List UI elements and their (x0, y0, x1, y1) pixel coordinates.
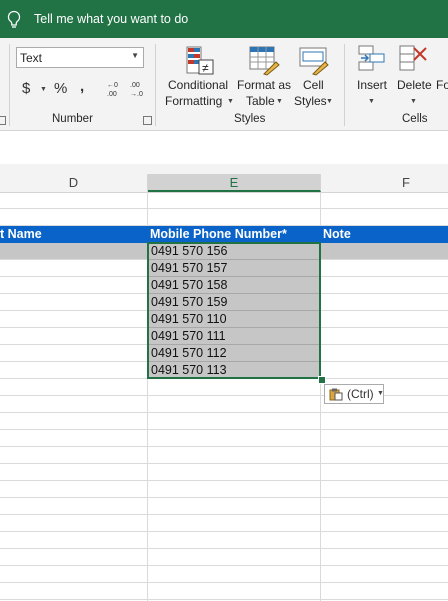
chevron-down-icon[interactable]: ▼ (410, 98, 417, 105)
svg-text:→.0: →.0 (130, 91, 143, 98)
row-gridline (0, 429, 448, 430)
group-separator (155, 44, 156, 126)
group-separator (344, 44, 345, 126)
svg-text:.00: .00 (107, 91, 117, 98)
format-as-table-icon[interactable] (248, 44, 280, 76)
row-gridline (0, 565, 448, 566)
number-group-label: Number (52, 113, 93, 125)
svg-text:≠: ≠ (202, 61, 209, 75)
header-last-name[interactable]: t Name (0, 226, 42, 243)
table-header-row: t Name Mobile Phone Number* Note (0, 226, 448, 243)
delete-button-label[interactable]: Delete (397, 78, 432, 92)
insert-button-label[interactable]: Insert (357, 78, 387, 92)
svg-text:.00: .00 (130, 82, 140, 89)
row-gridline (0, 531, 448, 532)
svg-text:←0: ←0 (107, 82, 118, 89)
row-gridline (0, 599, 448, 600)
alignment-dialog-launcher-icon[interactable] (0, 116, 6, 125)
format-as-table-line2[interactable]: Table (246, 94, 275, 108)
conditional-formatting-line1[interactable]: Conditional (168, 78, 228, 92)
insert-cells-icon[interactable] (356, 44, 386, 74)
row-gridline (0, 446, 448, 447)
fill-handle[interactable] (318, 376, 326, 384)
lightbulb-icon (7, 10, 21, 28)
spacer (0, 164, 448, 174)
header-mobile-phone[interactable]: Mobile Phone Number* (150, 226, 287, 243)
worksheet-grid[interactable]: t Name Mobile Phone Number* Note 0491 57… (0, 192, 448, 601)
delete-cells-icon[interactable] (398, 44, 428, 74)
formula-bar[interactable] (0, 131, 448, 165)
chevron-down-icon[interactable]: ▼ (326, 98, 333, 105)
cell-styles-line2[interactable]: Styles (294, 94, 327, 108)
chevron-down-icon: ▼ (131, 51, 139, 60)
header-note[interactable]: Note (323, 226, 351, 243)
format-as-table-line1[interactable]: Format as (237, 78, 291, 92)
percent-button[interactable]: % (54, 80, 67, 97)
row-gridline (0, 463, 448, 464)
row-gridline (0, 548, 448, 549)
cells-group-label: Cells (402, 113, 428, 125)
cell-styles-icon[interactable] (298, 44, 330, 76)
row-gridline (0, 412, 448, 413)
group-separator (9, 44, 10, 126)
tell-me-bar[interactable]: Tell me what you want to do (0, 0, 448, 38)
column-header-f[interactable]: F (321, 174, 448, 192)
conditional-formatting-icon[interactable]: ≠ (183, 44, 215, 76)
column-header-d[interactable]: D (0, 174, 148, 192)
paste-options-label: (Ctrl) (347, 387, 374, 401)
selection-border (147, 242, 321, 379)
decrease-decimal-icon[interactable]: .00 →.0 (127, 80, 147, 98)
row-gridline (0, 582, 448, 583)
column-header-e[interactable]: E (148, 174, 321, 192)
number-dialog-launcher-icon[interactable] (143, 116, 152, 125)
comma-style-button[interactable]: , (80, 78, 84, 95)
increase-decimal-icon[interactable]: ←0 .00 (104, 80, 124, 98)
chevron-down-icon: ▼ (377, 390, 384, 397)
column-headers: D E F (0, 174, 448, 193)
conditional-formatting-line2[interactable]: Formatting (165, 94, 222, 108)
currency-button[interactable]: $ (22, 80, 30, 97)
row-gridline (0, 480, 448, 481)
paste-options-button[interactable]: (Ctrl) ▼ (324, 384, 384, 404)
chevron-down-icon[interactable]: ▼ (276, 98, 283, 105)
number-format-value: Text (20, 51, 43, 65)
row-gridline (0, 497, 448, 498)
chevron-down-icon[interactable]: ▼ (368, 98, 375, 105)
format-button-label[interactable]: Fo (436, 78, 448, 92)
chevron-down-icon[interactable]: ▼ (227, 98, 234, 105)
row-gridline (0, 208, 448, 209)
row-gridline (0, 514, 448, 515)
cell-styles-line1[interactable]: Cell (303, 78, 324, 92)
styles-group-label: Styles (234, 113, 266, 125)
tell-me-text: Tell me what you want to do (34, 12, 189, 26)
currency-chevron-icon[interactable]: ▼ (40, 86, 47, 93)
number-format-dropdown[interactable]: Text ▼ (16, 47, 144, 68)
clipboard-icon (329, 388, 343, 401)
